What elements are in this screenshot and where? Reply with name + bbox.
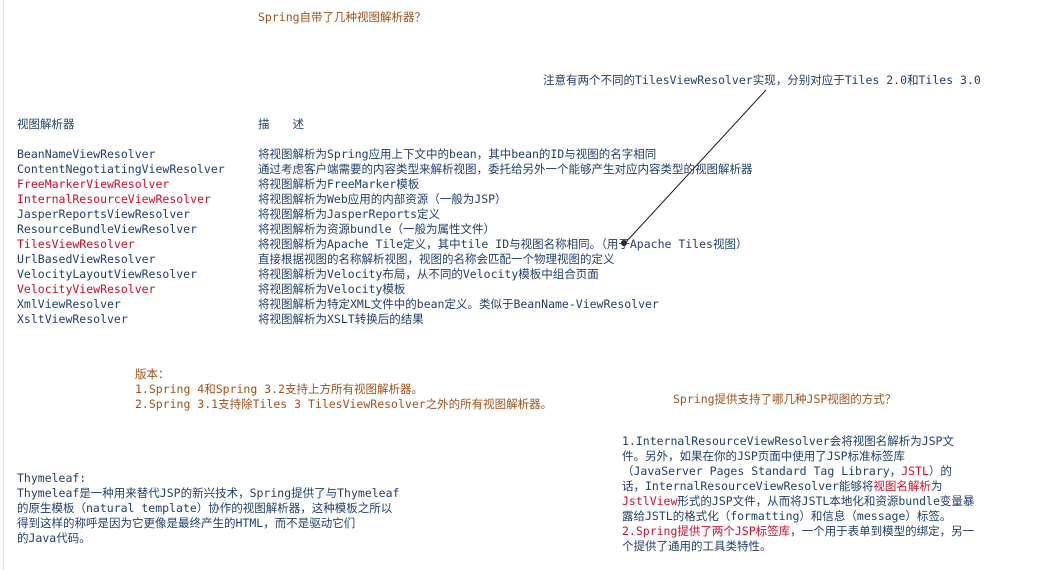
thymeleaf-line: 得到这样的称呼是因为它更像是最终产生的HTML，而不是驱动它们 bbox=[17, 516, 356, 530]
thymeleaf-block: Thymeleaf: Thymeleaf是一种用来替代JSP的新兴技术，Spri… bbox=[17, 471, 399, 546]
resolver-description: 将视图解析为资源bundle（一般为属性文件） bbox=[258, 222, 496, 236]
jsp-answer-block: 1.InternalResourceViewResolver会将视图名解析为JS… bbox=[622, 434, 974, 554]
thymeleaf-label: Thymeleaf: bbox=[17, 471, 87, 485]
resolver-description: 将视图解析为Apache Tile定义，其中tile ID与视图名称相同。（用于… bbox=[258, 237, 748, 251]
tag-library-highlight: 2.Spring提供了两个JSP标签库 bbox=[622, 524, 791, 538]
jsp-answer-line: 1.InternalResourceViewResolver会将视图名解析为JS… bbox=[622, 434, 954, 448]
jsp-answer-text: （JavaServer Pages Standard Tag Library， bbox=[622, 464, 902, 478]
resolver-name: BeanNameViewResolver bbox=[17, 147, 156, 161]
resolver-description: 将视图解析为Velocity模板 bbox=[258, 282, 406, 296]
jsp-answer-line: 话，InternalResourceViewResolver能够将视图名解析为 bbox=[622, 479, 974, 494]
resolver-name: UrlBasedViewResolver bbox=[17, 252, 156, 266]
resolver-name: FreeMarkerViewResolver bbox=[17, 177, 170, 191]
resolver-description-list: 将视图解析为Spring应用上下文中的bean，其中bean的ID与视图的名字相… bbox=[258, 147, 753, 327]
resolver-name: TilesViewResolver bbox=[17, 237, 135, 251]
resolver-description: 将视图解析为JasperReports定义 bbox=[258, 207, 441, 221]
resolver-description: 直接根据视图的名称解析视图，视图的名称会匹配一个物理视图的定义 bbox=[258, 252, 615, 266]
resolver-name: ContentNegotiatingViewResolver bbox=[17, 162, 225, 176]
resolver-description: 将视图解析为Web应用的内部资源（一般为JSP） bbox=[258, 192, 507, 206]
resolver-description: 将视图解析为Velocity布局，从不同的Velocity模板中组合页面 bbox=[258, 267, 599, 281]
resolver-name: VelocityViewResolver bbox=[17, 282, 156, 296]
resolver-name: ResourceBundleViewResolver bbox=[17, 222, 198, 236]
table-header-description: 描 述 bbox=[258, 117, 304, 131]
jsp-answer-line: 件。另外，如果在你的JSP页面中使用了JSP标准标签库 bbox=[622, 449, 906, 463]
jsp-answer-text: 形式的JSP文件，从而将JSTL本地化和资源bundle变量暴 bbox=[677, 494, 975, 508]
jstl-highlight: JSTL bbox=[901, 464, 929, 478]
jsp-answer-text: 为 bbox=[930, 479, 943, 493]
resolver-name: InternalResourceViewResolver bbox=[17, 192, 211, 206]
jsp-answer-line: （JavaServer Pages Standard Tag Library，J… bbox=[622, 464, 974, 479]
version-line-2: 2.Spring 3.1支持除Tiles 3 TilesViewResolver… bbox=[135, 397, 553, 411]
resolver-name: VelocityLayoutViewResolver bbox=[17, 267, 198, 281]
jsp-answer-line: 2.Spring提供了两个JSP标签库，一个用于表单到模型的绑定，另一 bbox=[622, 524, 974, 539]
resolver-name: JasperReportsViewResolver bbox=[17, 207, 191, 221]
resolver-description: 通过考虑客户端需要的内容类型来解析视图，委托给另外一个能够产生对应内容类型的视图… bbox=[258, 162, 753, 176]
thymeleaf-line: 的原生模板（natural template）协作的视图解析器，这种模板之所以 bbox=[17, 501, 393, 515]
thymeleaf-line: 的Java代码。 bbox=[17, 531, 91, 545]
jsp-answer-text: ，一个用于表单到模型的绑定，另一 bbox=[790, 524, 975, 538]
resolver-name: XmlViewResolver bbox=[17, 297, 121, 311]
table-header-resolver: 视图解析器 bbox=[17, 117, 75, 131]
version-label: 版本： bbox=[135, 367, 170, 381]
resolver-name: XsltViewResolver bbox=[17, 312, 128, 326]
jsp-question: Spring提供支持了哪几种JSP视图的方式？ bbox=[673, 392, 897, 406]
resolver-description: 将视图解析为FreeMarker模板 bbox=[258, 177, 420, 191]
jstlview-highlight: JstlView bbox=[622, 494, 678, 508]
resolver-description: 将视图解析为特定XML文件中的bean定义。类似于BeanName-ViewRe… bbox=[258, 297, 659, 311]
resolver-description: 将视图解析为Spring应用上下文中的bean，其中bean的ID与视图的名字相… bbox=[258, 147, 657, 161]
view-name-highlight: 视图名解析 bbox=[873, 479, 931, 493]
jsp-answer-line: JstlView形式的JSP文件，从而将JSTL本地化和资源bundle变量暴 bbox=[622, 494, 974, 509]
version-line-1: 1.Spring 4和Spring 3.2支持上方所有视图解析器。 bbox=[135, 382, 423, 396]
jsp-answer-text: 话，InternalResourceViewResolver能够将 bbox=[622, 479, 874, 493]
jsp-answer-line: 露给JSTL的格式化（formatting）和信息（message）标签。 bbox=[622, 509, 952, 523]
jsp-answer-text: ）的 bbox=[928, 464, 952, 478]
thymeleaf-line: Thymeleaf是一种用来替代JSP的新兴技术，Spring提供了与Thyme… bbox=[17, 486, 400, 500]
resolver-description: 将视图解析为XSLT转换后的结果 bbox=[258, 312, 424, 326]
resolver-name-list: BeanNameViewResolver ContentNegotiatingV… bbox=[17, 147, 225, 327]
jsp-answer-line: 个提供了通用的工具类特性。 bbox=[622, 539, 772, 553]
